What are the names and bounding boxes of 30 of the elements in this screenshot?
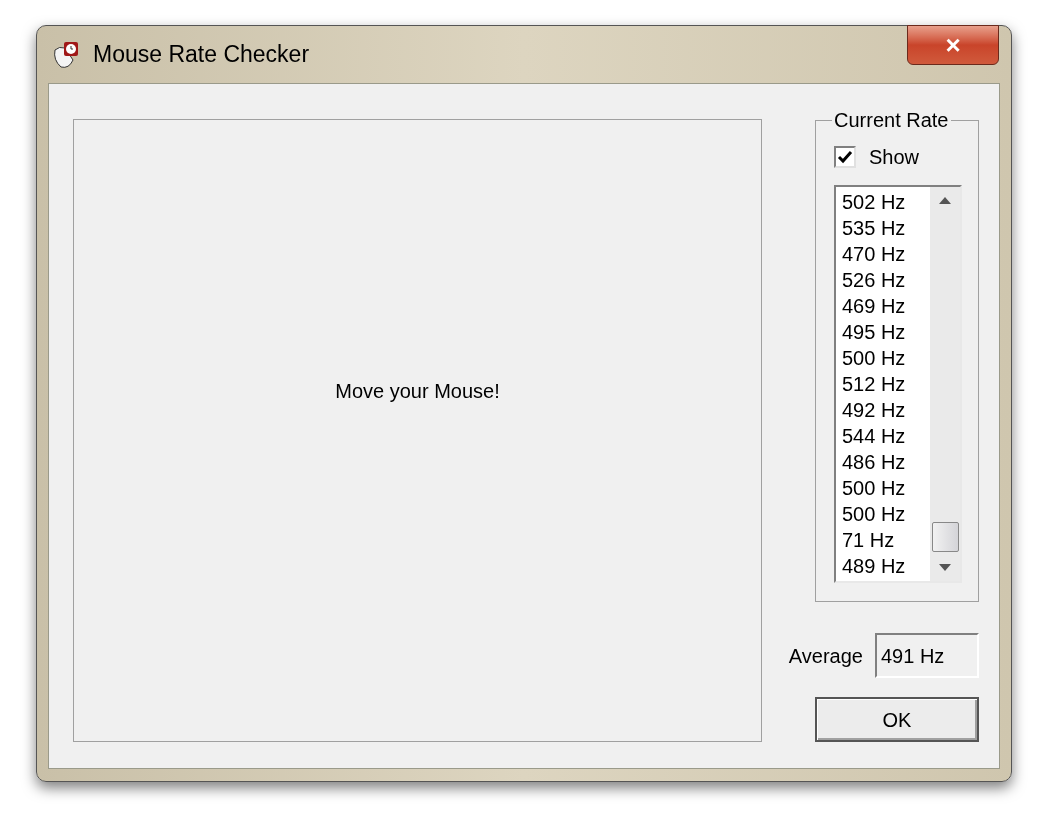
mouse-area-panel[interactable]: Move your Mouse! bbox=[73, 119, 762, 742]
close-button[interactable]: × bbox=[907, 25, 999, 65]
list-item[interactable]: 512 Hz bbox=[842, 371, 930, 397]
list-item[interactable]: 495 Hz bbox=[842, 319, 930, 345]
list-item[interactable]: 502 Hz bbox=[842, 189, 930, 215]
window-title: Mouse Rate Checker bbox=[93, 40, 310, 70]
ok-button[interactable]: OK bbox=[815, 697, 979, 742]
list-item[interactable]: 544 Hz bbox=[842, 423, 930, 449]
mouse-clock-icon bbox=[51, 39, 81, 70]
instruction-text: Move your Mouse! bbox=[335, 378, 500, 404]
list-item[interactable]: 500 Hz bbox=[842, 475, 930, 501]
list-item[interactable]: 71 Hz bbox=[842, 527, 930, 553]
list-item[interactable]: 486 Hz bbox=[842, 449, 930, 475]
list-item[interactable]: 489 Hz bbox=[842, 553, 930, 579]
list-item[interactable]: 535 Hz bbox=[842, 215, 930, 241]
list-item[interactable]: 526 Hz bbox=[842, 267, 930, 293]
scroll-down-icon[interactable] bbox=[939, 564, 951, 571]
checkbox[interactable] bbox=[834, 146, 856, 168]
show-checkbox[interactable]: Show bbox=[834, 142, 978, 172]
list-item[interactable]: 500 Hz bbox=[842, 345, 930, 371]
average-field: 491 Hz bbox=[875, 633, 979, 678]
list-item[interactable]: 500 Hz bbox=[842, 501, 930, 527]
rate-list[interactable]: 502 Hz 535 Hz 470 Hz 526 Hz 469 Hz 495 Hz 500 Hz 512 Hz 492 Hz 544 Hz 486 Hz 500 Hz 500 Hz 71 Hz 489 Hz bbox=[834, 185, 962, 583]
list-item[interactable]: 492 Hz bbox=[842, 397, 930, 423]
scrollbar[interactable] bbox=[930, 187, 960, 581]
scroll-thumb[interactable] bbox=[931, 522, 959, 552]
list-item[interactable]: 469 Hz bbox=[842, 293, 930, 319]
scroll-up-icon[interactable] bbox=[939, 197, 951, 204]
list-item[interactable]: 470 Hz bbox=[842, 241, 930, 267]
average-label: Average bbox=[788, 643, 863, 669]
